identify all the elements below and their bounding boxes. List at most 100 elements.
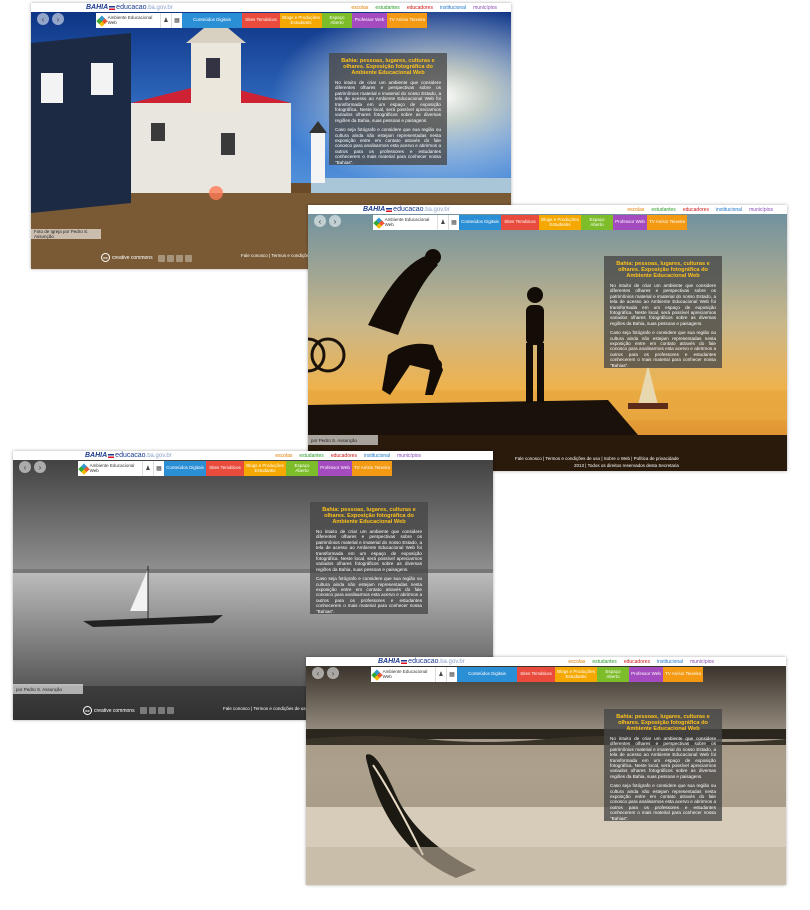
nav-professor[interactable]: Professor Web [613,215,647,230]
top-link-escolas[interactable]: escolas [568,659,585,665]
top-link-estudantes[interactable]: estudantes [651,207,675,213]
top-link-educadores[interactable]: educadores [683,207,709,213]
grid-icon[interactable]: ▦ [446,667,457,682]
nav-conteudos[interactable]: Conteúdos Digitais [164,461,206,476]
top-link-municipios[interactable]: municípios [473,5,497,11]
panel-paragraph-1: No intuito de criar um ambiente que cons… [610,736,716,779]
aew-mark-icon [96,14,108,27]
top-link-municipios[interactable]: municípios [690,659,714,665]
nav-professor[interactable]: Professor Web [318,461,352,476]
nav-professor[interactable]: Professor Web [352,13,387,28]
grid-icon[interactable]: ▦ [448,215,459,230]
photo-credit: Foto de Igreja por Pedro S. Assunção [31,229,101,239]
top-link-estudantes[interactable]: estudantes [375,5,399,11]
top-link-educadores[interactable]: educadores [624,659,650,665]
twitter-icon[interactable] [167,255,174,262]
nav-tv[interactable]: TV Anísio Teixeira [647,215,687,230]
logo-text: Ambiente Educacional Web [107,15,153,25]
prev-arrow-icon[interactable]: ‹ [19,461,31,473]
user-icon[interactable]: ♟ [437,215,448,230]
main-nav: Ambiente Educacional Web ♟ ▦ Conteúdos D… [78,461,392,476]
rss-icon[interactable] [167,707,174,714]
brand-logo[interactable]: BAHIA educacao .ba.gov.br [378,657,465,666]
next-arrow-icon[interactable]: › [327,667,339,679]
nav-conteudos[interactable]: Conteúdos Digitais [459,215,501,230]
top-link-escolas[interactable]: escolas [351,5,368,11]
nav-espaco[interactable]: Espaço Aberto [597,667,629,682]
next-arrow-icon[interactable]: › [329,215,341,227]
panel-title: Bahia: pessoas, lugares, culturas e olha… [616,261,710,279]
user-icon[interactable]: ♟ [435,667,446,682]
youtube-icon[interactable] [176,255,183,262]
nav-sites[interactable]: Sites Temáticos [206,461,244,476]
cc-label: creative commons [94,707,135,714]
aew-logo[interactable]: Ambiente Educacional Web [78,461,142,476]
nav-tv[interactable]: TV Anísio Teixeira [352,461,392,476]
aew-logo[interactable]: Ambiente Educacional Web [96,13,160,28]
brand-gov: .ba.gov.br [438,658,465,665]
twitter-icon[interactable] [149,707,156,714]
nav-blogs[interactable]: Blogs e Produções Estudantis [280,13,322,28]
grid-icon[interactable]: ▦ [171,13,182,28]
top-link-escolas[interactable]: escolas [627,207,644,213]
facebook-icon[interactable] [158,255,165,262]
nav-blogs[interactable]: Blogs e Produções Estudantis [539,215,581,230]
top-links: escolas estudantes educadores institucio… [568,657,714,666]
flag-icon [401,659,408,664]
panel-paragraph-1: No intuito de criar um ambiente que cons… [316,529,422,572]
nav-blogs[interactable]: Blogs e Produções Estudantis [244,461,286,476]
prev-arrow-icon[interactable]: ‹ [314,215,326,227]
user-icon[interactable]: ♟ [142,461,153,476]
logo-text: Ambiente Educacional Web [89,463,135,473]
user-icon[interactable]: ♟ [160,13,171,28]
cc-badge[interactable]: cc creative commons [83,706,135,715]
nav-blogs[interactable]: Blogs e Produções Estudantis [555,667,597,682]
top-link-institucional[interactable]: institucional [716,207,742,213]
top-link-institucional[interactable]: institucional [440,5,466,11]
top-link-escolas[interactable]: escolas [275,453,292,459]
nav-espaco[interactable]: Espaço Aberto [286,461,318,476]
top-link-institucional[interactable]: institucional [364,453,390,459]
youtube-icon[interactable] [158,707,165,714]
prev-arrow-icon[interactable]: ‹ [312,667,324,679]
aew-logo[interactable]: Ambiente Educacional Web [371,667,435,682]
nav-sites[interactable]: Sites Temáticos [501,215,539,230]
slide-arrows: ‹ › [37,13,64,25]
nav-sites[interactable]: Sites Temáticos [517,667,555,682]
prev-arrow-icon[interactable]: ‹ [37,13,49,25]
top-link-estudantes[interactable]: estudantes [592,659,616,665]
brand-logo[interactable]: BAHIA educacao .ba.gov.br [86,3,173,12]
nav-espaco[interactable]: Espaço Aberto [322,13,352,28]
top-link-educadores[interactable]: educadores [331,453,357,459]
aew-logo[interactable]: Ambiente Educacional Web [373,215,437,230]
brand-bahia: BAHIA [378,658,401,665]
top-link-municipios[interactable]: municípios [397,453,421,459]
footer-copyright: 2013 | Todos os direitos reservados dest… [574,463,679,468]
top-link-institucional[interactable]: institucional [657,659,683,665]
nav-tv[interactable]: TV Anísio Teixeira [663,667,703,682]
brand-logo[interactable]: BAHIA educacao .ba.gov.br [85,451,172,460]
nav-sites[interactable]: Sites Temáticos [242,13,280,28]
next-arrow-icon[interactable]: › [34,461,46,473]
brand-logo[interactable]: BAHIA educacao .ba.gov.br [363,205,450,214]
nav-professor[interactable]: Professor Web [629,667,663,682]
grid-icon[interactable]: ▦ [153,461,164,476]
nav-tv[interactable]: TV Anísio Teixeira [387,13,427,28]
next-arrow-icon[interactable]: › [52,13,64,25]
cc-badge[interactable]: cc creative commons [101,253,153,262]
rss-icon[interactable] [185,255,192,262]
top-link-educadores[interactable]: educadores [407,5,433,11]
panel-paragraph-2: Caso seja fotógrafo e considere que sua … [610,330,716,368]
brand-gov: .ba.gov.br [145,452,172,459]
nav-conteudos[interactable]: Conteúdos Digitais [457,667,517,682]
facebook-icon[interactable] [140,707,147,714]
slide-arrows: ‹ › [19,461,46,473]
nav-conteudos[interactable]: Conteúdos Digitais [182,13,242,28]
footer-links[interactable]: Fale conosco | Termos e condições de uso… [515,456,679,461]
top-link-estudantes[interactable]: estudantes [299,453,323,459]
top-link-municipios[interactable]: municípios [749,207,773,213]
info-panel: Bahia: pessoas, lugares, culturas e olha… [310,502,428,614]
nav-espaco[interactable]: Espaço Aberto [581,215,613,230]
info-panel: Bahia: pessoas, lugares, culturas e olha… [604,709,722,821]
flag-icon [109,5,116,10]
